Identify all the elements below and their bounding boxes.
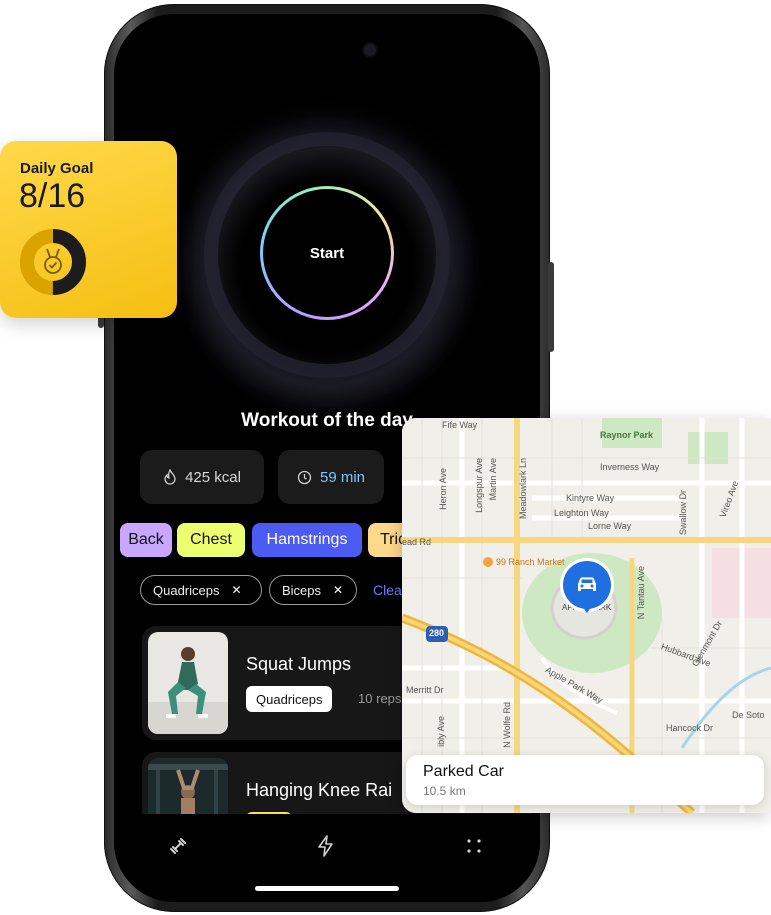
parked-car-pin[interactable] bbox=[563, 561, 611, 609]
exercise-title: Squat Jumps bbox=[246, 654, 352, 674]
map-label: De Soto bbox=[732, 710, 765, 720]
daily-goal-value: 8/16 bbox=[19, 177, 86, 215]
tag-label: Quadriceps bbox=[153, 582, 220, 598]
map-label: Longspur Ave bbox=[474, 458, 484, 513]
exercise-reps: 10 reps bbox=[358, 691, 402, 706]
map-label: ead Rd bbox=[402, 537, 432, 547]
exercise-title: Hanging Knee Rai bbox=[246, 780, 393, 800]
filter-tag-quadriceps[interactable]: Quadriceps ✕ bbox=[140, 575, 262, 605]
map-label: Inverness Way bbox=[600, 462, 660, 472]
map-label: ibly Ave bbox=[436, 716, 446, 747]
squat-photo bbox=[148, 632, 228, 734]
calories-stat: 425 kcal bbox=[140, 450, 264, 504]
calories-value: 425 kcal bbox=[185, 468, 241, 486]
medal-icon bbox=[44, 248, 62, 274]
front-camera bbox=[364, 44, 376, 56]
car-icon bbox=[578, 577, 596, 591]
pin-tail bbox=[582, 606, 592, 613]
daily-goal-label: Daily Goal bbox=[20, 160, 94, 177]
map-label: Leighton Way bbox=[554, 508, 609, 518]
duration-value: 59 min bbox=[319, 468, 366, 486]
muscle-chip-chest[interactable]: Chest bbox=[177, 523, 245, 557]
start-button-inner[interactable]: Start bbox=[263, 189, 391, 317]
map-label: Fife Way bbox=[442, 420, 478, 430]
tag-label: Biceps bbox=[282, 582, 322, 598]
map-label: Meadowlark Ln bbox=[518, 458, 528, 520]
start-button[interactable]: Start bbox=[260, 186, 394, 320]
daily-goal-donut bbox=[20, 229, 86, 295]
flame-icon bbox=[164, 469, 176, 485]
muscle-chip-hamstrings[interactable]: Hamstrings bbox=[252, 523, 362, 557]
lightning-icon[interactable] bbox=[314, 834, 338, 858]
timer-icon bbox=[297, 470, 312, 484]
tab-bar bbox=[114, 814, 540, 902]
map-label: Lorne Way bbox=[588, 521, 632, 531]
map-label: Heron Ave bbox=[438, 468, 448, 510]
filter-tag-biceps[interactable]: Biceps ✕ bbox=[269, 575, 357, 605]
map-label: 99 Ranch Market bbox=[496, 557, 565, 567]
start-label: Start bbox=[309, 244, 345, 262]
map-label: Kintyre Way bbox=[566, 493, 615, 503]
chip-label: Chest bbox=[190, 531, 232, 548]
parked-car-card[interactable]: Parked Car 10.5 km bbox=[406, 755, 764, 805]
map-label: N Tantau Ave bbox=[636, 566, 646, 620]
exercise-thumbnail bbox=[148, 632, 228, 734]
dumbbell-icon[interactable] bbox=[166, 834, 190, 858]
muscle-chip-back[interactable]: Back bbox=[120, 523, 172, 557]
parked-car-distance: 10.5 km bbox=[423, 784, 466, 798]
chip-label: Hamstrings bbox=[266, 531, 348, 548]
grid-icon[interactable] bbox=[462, 834, 486, 858]
chip-label: Back bbox=[128, 531, 164, 548]
map-label: Martin Ave bbox=[488, 458, 498, 501]
phone-power-button bbox=[548, 262, 554, 352]
duration-stat: 59 min bbox=[278, 450, 384, 504]
map-label: Swallow Dr bbox=[678, 490, 688, 536]
close-icon[interactable]: ✕ bbox=[333, 583, 343, 597]
home-indicator[interactable] bbox=[255, 886, 399, 891]
map-canvas bbox=[402, 418, 771, 813]
map-label: N Wolfe Rd bbox=[502, 702, 512, 748]
map-label: 280 bbox=[429, 628, 445, 638]
map-label: Hancock Dr bbox=[666, 723, 714, 733]
parked-car-title: Parked Car bbox=[423, 763, 504, 780]
map-label: Merritt Dr bbox=[406, 685, 444, 695]
clear-filters-link[interactable]: Clea bbox=[373, 582, 402, 598]
exercise-muscle-badge: Quadriceps bbox=[246, 686, 333, 712]
map-label: Raynor Park bbox=[600, 430, 654, 440]
daily-goal-widget[interactable]: Daily Goal 8/16 bbox=[0, 141, 177, 318]
close-icon[interactable]: ✕ bbox=[231, 583, 241, 597]
map-card[interactable]: Fife Way Raynor Park Inverness Way Kinty… bbox=[402, 418, 771, 813]
